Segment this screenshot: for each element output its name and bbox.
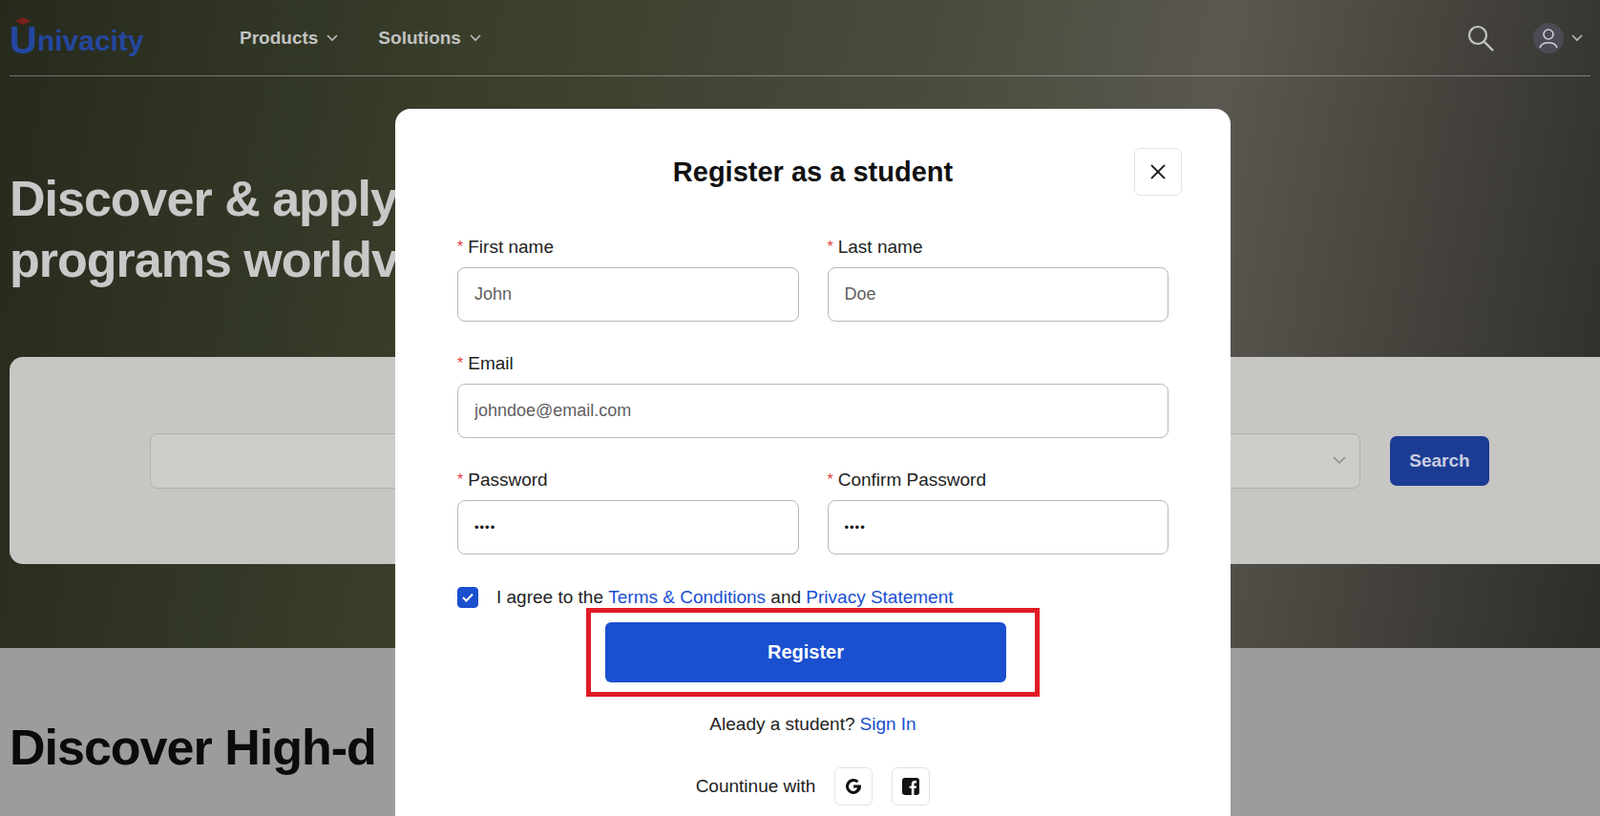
consent-text: I agree to theTerms & ConditionsandPriva… [496, 587, 959, 609]
required-mark: * [457, 469, 464, 491]
form-field: *Password [457, 469, 800, 555]
social-row: Countinue with [457, 767, 1169, 806]
chevron-down-icon [1571, 34, 1583, 43]
text-input[interactable] [457, 267, 800, 322]
close-icon [1149, 163, 1167, 181]
policy-link[interactable]: Terms & Conditions [608, 587, 766, 608]
search-icon[interactable] [1466, 23, 1495, 53]
form-row: *Email [457, 353, 1169, 439]
chevron-down-icon [1332, 456, 1347, 465]
nav-item[interactable]: Products [239, 27, 338, 49]
close-button[interactable] [1134, 147, 1182, 196]
form-field: *Last name [827, 236, 1170, 322]
logo-text: nivacity [37, 24, 145, 60]
form-field: *Confirm Password [827, 469, 1170, 555]
register-form: *First name *Last name *Email *Password *Con… [457, 236, 1169, 555]
page: UnivacityProductsSolutionsDiscover & app… [0, 0, 1600, 816]
signin-link[interactable]: Sign In [859, 714, 916, 735]
required-mark: * [457, 353, 464, 375]
top-bar: UnivacityProductsSolutions [9, 0, 1591, 77]
facebook-button[interactable] [891, 767, 930, 806]
field-label: *First name [457, 236, 800, 258]
field-label: *Email [457, 353, 1169, 375]
nav-item[interactable]: Solutions [378, 27, 482, 49]
field-label: *Last name [827, 236, 1170, 258]
chevron-down-icon [326, 34, 338, 43]
text-input[interactable] [457, 500, 800, 555]
nav-label: Products [239, 27, 318, 49]
form-field: *Email [457, 353, 1169, 439]
form-field: *First name [457, 236, 800, 322]
social-label: Countinue with [695, 776, 817, 798]
account-menu[interactable] [1533, 22, 1583, 54]
field-label: *Password [457, 469, 800, 491]
register-modal: Register as a student *First name *Last na… [395, 108, 1231, 816]
required-mark: * [827, 236, 834, 258]
text-input[interactable] [457, 383, 1169, 439]
required-mark: * [827, 469, 834, 491]
field-label: *Confirm Password [827, 469, 1170, 491]
modal-title: Register as a student [673, 156, 953, 189]
search-button[interactable]: Search [1389, 436, 1490, 486]
facebook-icon [901, 777, 921, 797]
chevron-down-icon [469, 34, 482, 43]
google-icon [843, 777, 864, 797]
nav-label: Solutions [378, 27, 462, 49]
text-input[interactable] [827, 267, 1170, 322]
graduation-cap-icon [15, 17, 31, 27]
required-mark: * [457, 236, 464, 258]
user-avatar-icon [1533, 22, 1564, 54]
modal-header: Register as a student [457, 147, 1169, 196]
policy-link[interactable]: Privacy Statement [805, 587, 953, 608]
register-button[interactable]: Register [605, 622, 1007, 683]
consent-checkbox[interactable] [457, 587, 479, 609]
form-row: *First name *Last name [457, 236, 1169, 322]
form-row: *Password *Confirm Password [457, 469, 1169, 555]
google-button[interactable] [834, 767, 873, 806]
logo-letter: U [9, 17, 38, 60]
consent-row: I agree to theTerms & ConditionsandPriva… [457, 587, 1169, 609]
highlight-box: Register [586, 608, 1040, 697]
consent-label: and [770, 587, 801, 608]
logo[interactable]: Univacity [9, 17, 240, 60]
signin-row: Aleady a student?Sign In [457, 714, 1169, 736]
main-nav: Products Solutions [239, 27, 482, 49]
text-input[interactable] [827, 500, 1170, 555]
consent-label: I agree to the [496, 587, 604, 608]
check-icon [462, 592, 474, 603]
top-actions [1466, 22, 1591, 54]
signin-prompt: Aleady a student? [709, 714, 855, 735]
